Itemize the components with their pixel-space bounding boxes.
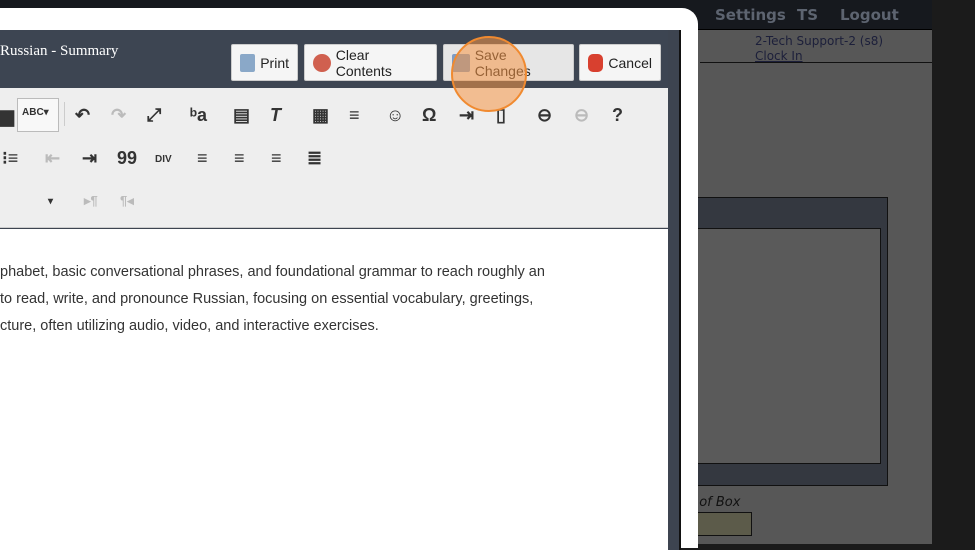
table-icon[interactable]: ▦: [312, 105, 329, 125]
editor-modal: Russian - Summary Print Clear Contents S…: [0, 8, 698, 550]
dialog-header: Russian - Summary Print Clear Contents S…: [0, 30, 668, 88]
background-box-inner: [691, 228, 881, 464]
special-char-icon[interactable]: Ω: [422, 105, 436, 125]
horizontal-line-icon[interactable]: ≡: [349, 105, 360, 125]
box-input[interactable]: [690, 512, 752, 536]
clear-label: Clear Contents: [335, 46, 392, 79]
remove-format-icon[interactable]: T: [270, 105, 281, 125]
rtl-icon[interactable]: ¶◂: [120, 191, 134, 211]
user-info: 2-Tech Support-2 (s8) Clock In: [700, 30, 932, 63]
outdent-icon[interactable]: ⇤: [45, 148, 60, 168]
align-right-icon[interactable]: ≡: [271, 148, 282, 168]
help-icon[interactable]: ?: [612, 105, 623, 125]
spellcheck-button[interactable]: ABC▾: [17, 98, 59, 132]
align-left-icon[interactable]: ≡: [197, 148, 208, 168]
content-line: phabet, basic conversational phrases, an…: [0, 264, 545, 280]
editor-frame: Russian - Summary Print Clear Contents S…: [0, 30, 681, 550]
user-name: 2-Tech Support-2 (s8): [755, 34, 884, 48]
click-indicator: [451, 36, 527, 112]
bulleted-list-icon[interactable]: ⁝≡: [2, 148, 18, 168]
paste-icon[interactable]: ▆: [0, 106, 14, 126]
maximize-icon[interactable]: ⤢: [147, 105, 161, 125]
content-line: cture, often utilizing audio, video, and…: [0, 318, 379, 334]
undo-icon[interactable]: ↶: [75, 105, 90, 125]
indent-icon[interactable]: ⇥: [82, 148, 97, 168]
minus-circle-icon: [313, 53, 331, 72]
editor-content[interactable]: phabet, basic conversational phrases, an…: [0, 229, 668, 550]
editor-toolbar: ▆ ABC▾ ↶ ↷ ⤢ ᵇa ▤ T ▦ ≡ ☺ Ω ⇥ ▯ ⊖ ⊖ ? ⁝≡…: [0, 88, 668, 228]
redo-icon[interactable]: ↷: [111, 105, 126, 125]
blockquote-icon[interactable]: 99: [117, 148, 137, 168]
align-center-icon[interactable]: ≡: [234, 148, 245, 168]
separator: [64, 102, 65, 126]
background-box: [690, 197, 888, 486]
dropdown-arrow-icon[interactable]: ▾: [48, 192, 53, 212]
print-button[interactable]: Print: [231, 44, 298, 81]
smiley-icon[interactable]: ☺: [386, 105, 404, 125]
ltr-icon[interactable]: ▸¶: [84, 191, 98, 211]
dialog-title: Russian - Summary: [0, 43, 119, 59]
cancel-label: Cancel: [608, 54, 652, 71]
clock-in-link[interactable]: Clock In: [755, 49, 803, 63]
printer-icon: [240, 53, 256, 72]
justify-icon[interactable]: ≣: [307, 148, 322, 168]
nav-ts[interactable]: TS: [797, 6, 818, 24]
close-icon: [588, 53, 604, 72]
spellcheck-label: ABC: [22, 107, 44, 118]
format-block-icon[interactable]: ▤: [233, 105, 250, 125]
nav-settings[interactable]: Settings: [715, 6, 786, 24]
unlink-icon[interactable]: ⊖: [574, 105, 589, 125]
content-line: to read, write, and pronounce Russian, f…: [0, 291, 534, 307]
div-icon[interactable]: DIV: [155, 150, 172, 170]
nav-logout[interactable]: Logout: [840, 6, 899, 24]
link-icon[interactable]: ⊖: [537, 105, 552, 125]
cancel-button[interactable]: Cancel: [579, 44, 661, 81]
find-replace-icon[interactable]: ᵇa: [190, 105, 207, 125]
clear-contents-button[interactable]: Clear Contents: [304, 44, 437, 81]
print-label: Print: [260, 54, 289, 71]
